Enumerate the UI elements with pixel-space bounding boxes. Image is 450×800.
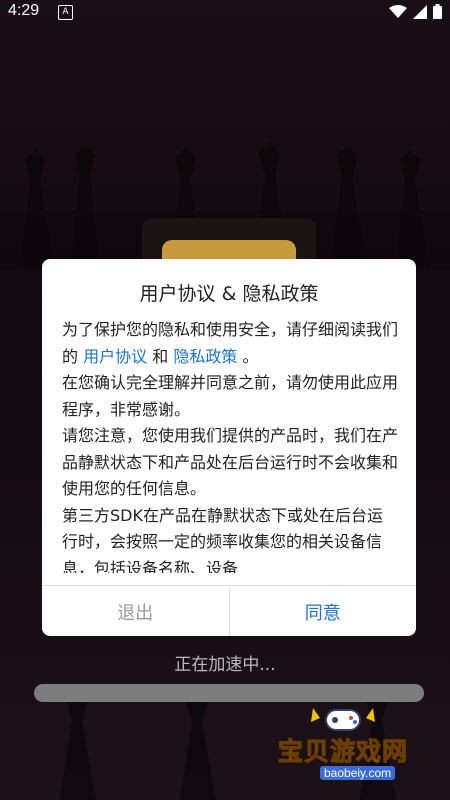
status-icons: [389, 4, 442, 19]
body-period: 。: [242, 346, 259, 366]
watermark-url: baobeiy.com: [320, 766, 396, 780]
wifi-icon: [389, 4, 407, 18]
exit-button[interactable]: 退出: [42, 586, 230, 636]
signal-icon: [413, 4, 427, 19]
watermark: 宝贝游戏网 baobeiy.com: [268, 702, 428, 794]
body-paragraph-4: 第三方SDK在产品在静默状态下或处在后台运行时，会按照一定的频率收集您的相关设备…: [62, 505, 383, 574]
status-time: 4:29: [8, 2, 40, 19]
dialog-footer: 退出 同意: [42, 585, 416, 636]
watermark-text: 宝贝游戏网: [277, 737, 409, 767]
gamepad-icon: [311, 708, 375, 731]
body-and: 和: [152, 346, 169, 366]
agree-button[interactable]: 同意: [230, 586, 417, 636]
loading-text: 正在加速中...: [174, 655, 276, 675]
dialog-title: 用户协议 & 隐私政策: [139, 283, 319, 305]
progress-bar: [34, 684, 424, 702]
agreement-dialog: 用户协议 & 隐私政策 为了保护您的隐私和使用安全，请仔细阅读我们的 用户协议 …: [42, 259, 416, 636]
body-paragraph-2: 在您确认完全理解并同意之前，请勿使用此应用程序，非常感谢。: [62, 373, 398, 419]
notification-icon: A: [58, 5, 73, 20]
battery-icon: [433, 4, 442, 19]
privacy-policy-link[interactable]: 隐私政策: [173, 347, 237, 366]
status-bar: 4:29 A: [0, 0, 450, 24]
body-paragraph-3: 请您注意，您使用我们提供的产品时，我们在产品静默状态下和产品处在后台运行时不会收…: [62, 426, 398, 498]
dialog-body[interactable]: 为了保护您的隐私和使用安全，请仔细阅读我们的 用户协议 和 隐私政策 。 在您确…: [62, 317, 398, 573]
user-agreement-link[interactable]: 用户协议: [83, 347, 147, 366]
